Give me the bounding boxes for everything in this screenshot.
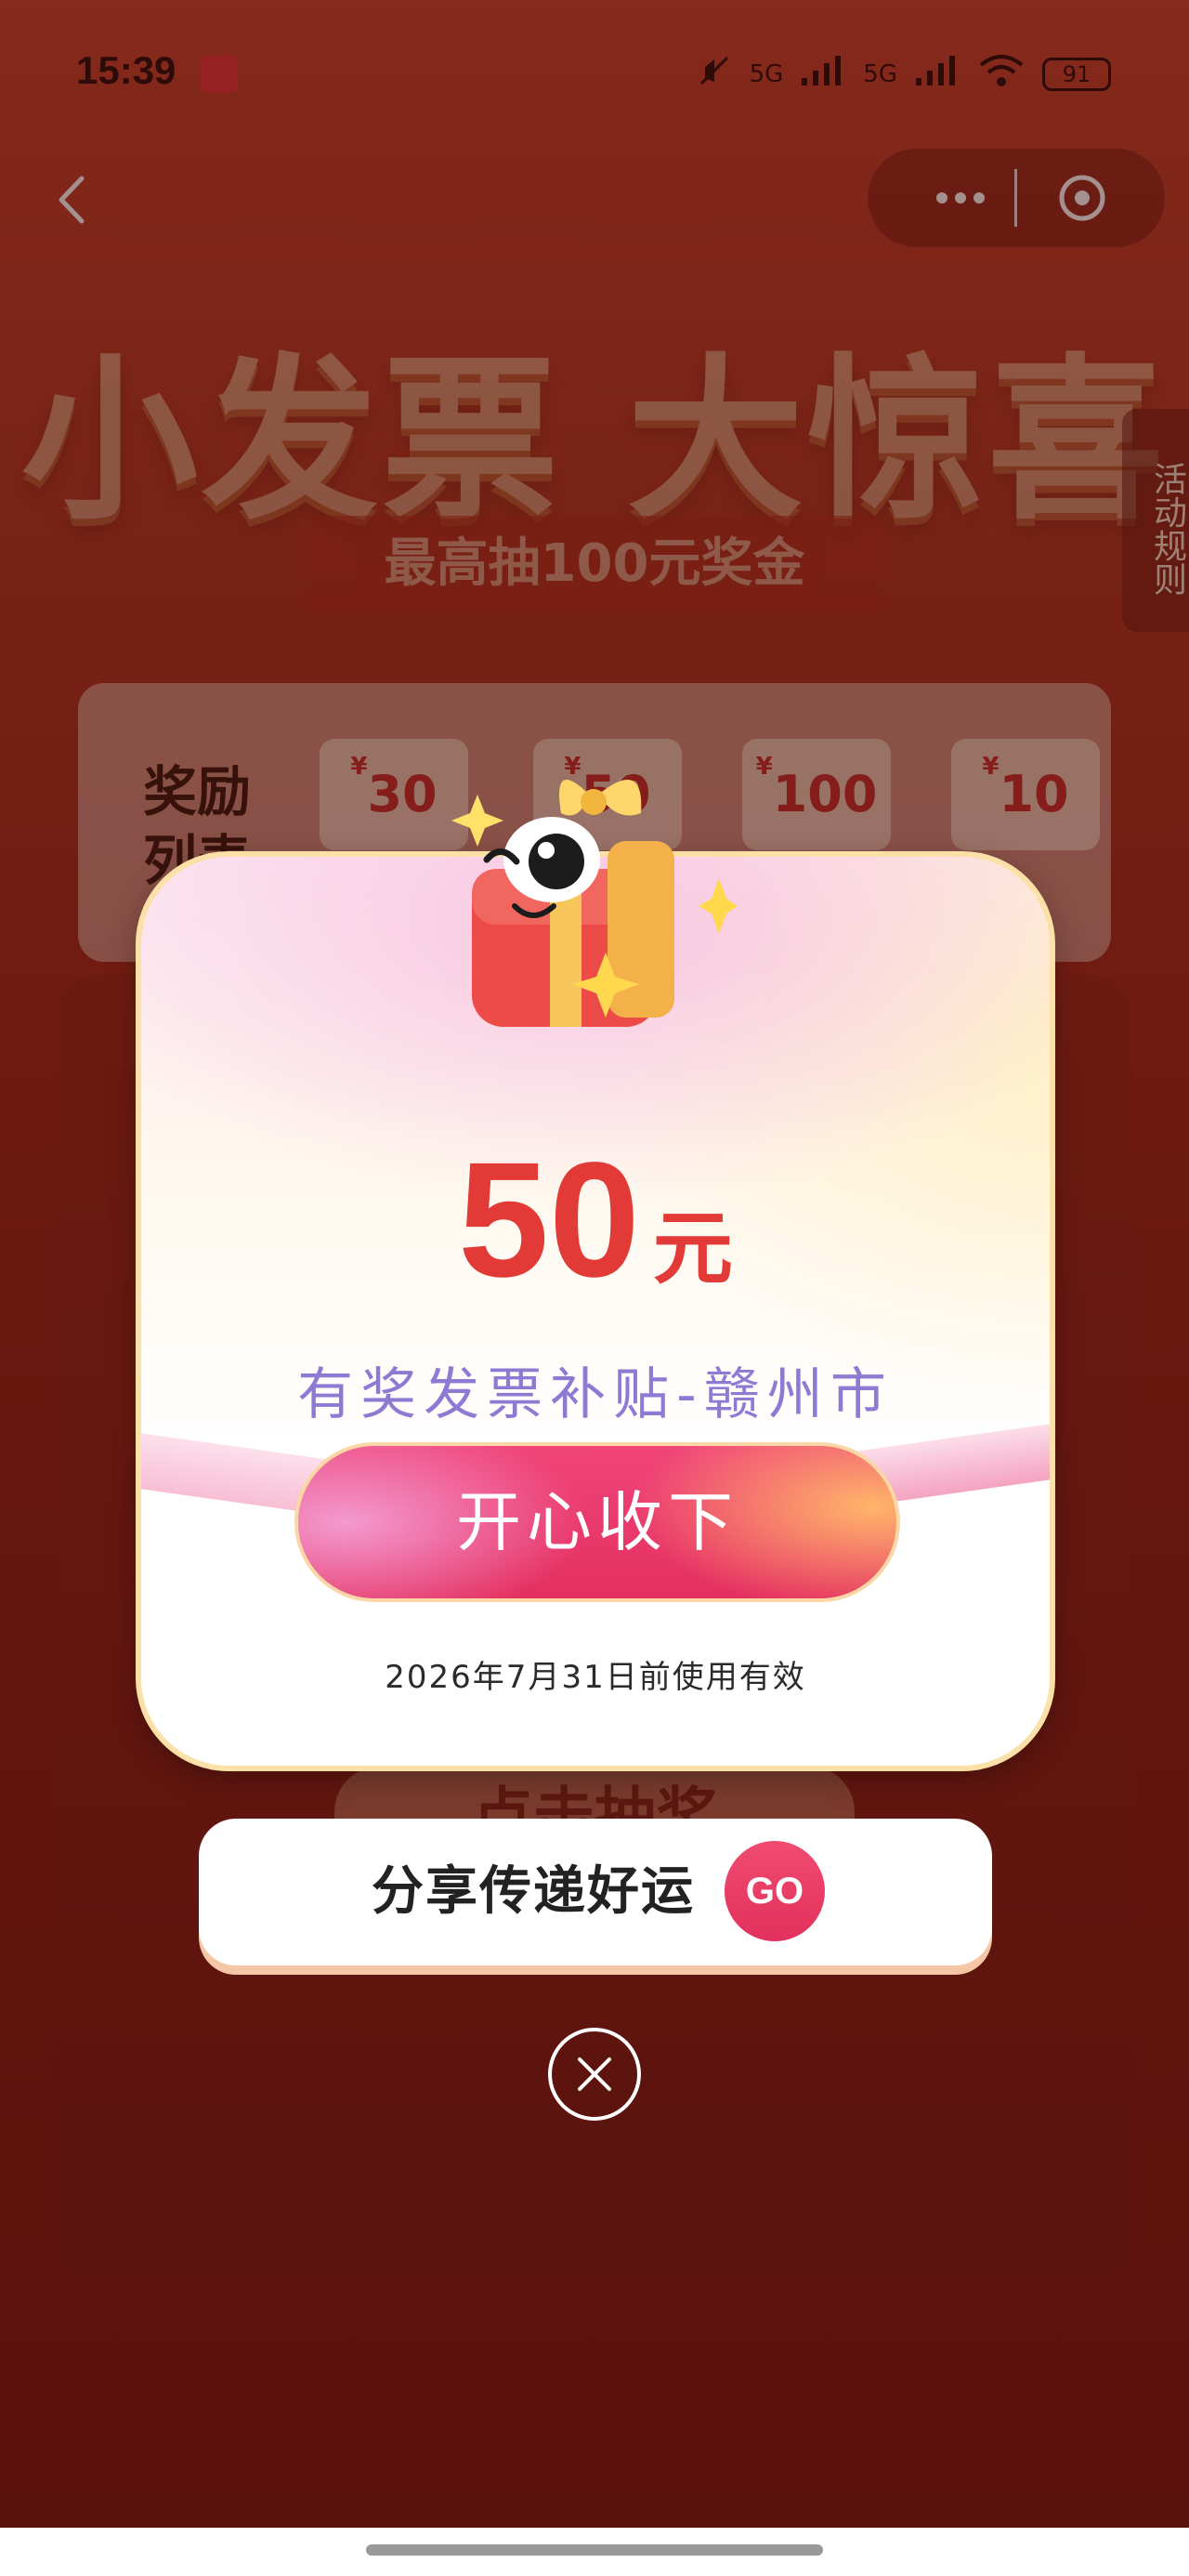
close-modal-button[interactable]: [546, 2026, 643, 2123]
validity-text: 2026年7月31日前使用有效: [385, 1659, 806, 1696]
amount-unit: 元: [652, 1203, 733, 1295]
accept-button[interactable]: 开心收下: [294, 1442, 900, 1602]
share-bar[interactable]: 分享传递好运 GO: [199, 1819, 992, 1965]
reward-amount: 50 元: [141, 1126, 1050, 1314]
close-icon: [548, 2028, 641, 2121]
subsidy-name: 有奖发票补贴-赣州市: [297, 1362, 894, 1427]
go-button[interactable]: GO: [725, 1841, 825, 1941]
amount-value: 50: [458, 1129, 640, 1311]
home-indicator[interactable]: [366, 2544, 823, 2556]
gift-mascot-icon: [450, 757, 738, 1036]
share-label: 分享传递好运: [372, 1861, 695, 1922]
